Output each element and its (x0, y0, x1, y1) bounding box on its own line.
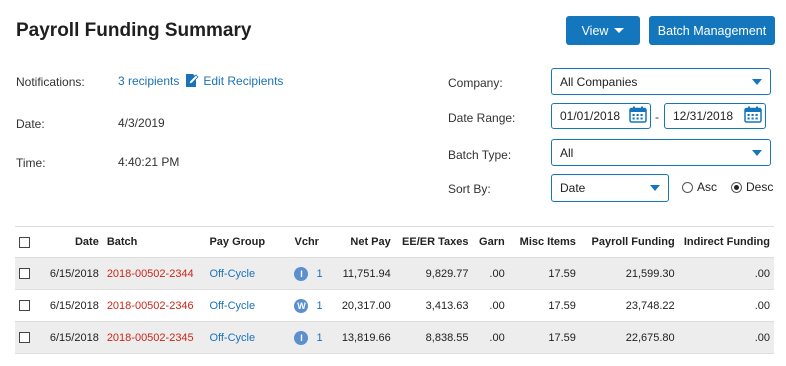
cell-net-pay: 11,751.94 (333, 257, 395, 290)
column-header-vchr[interactable]: Vchr (270, 226, 334, 258)
pay-group-link[interactable]: Off-Cycle (209, 300, 255, 312)
view-button[interactable]: View (566, 16, 640, 45)
column-header-garn[interactable]: Garn (472, 226, 509, 258)
notifications-value: 3 recipients Edit Recipients (118, 73, 283, 88)
batch-link[interactable]: 2018-00502-2344 (107, 268, 194, 280)
date-from-value: 01/01/2018 (560, 109, 621, 123)
date-range-separator: - (655, 110, 659, 124)
info-badge-icon[interactable]: I (294, 330, 309, 345)
date-to-value: 12/31/2018 (673, 109, 734, 123)
date-from-input[interactable]: 01/01/2018 (551, 103, 651, 129)
cell-misc-items: 17.59 (508, 289, 580, 322)
cell-payroll-funding: 23,748.22 (579, 289, 679, 322)
sort-by-select-value: Date (560, 181, 586, 195)
cell-date: 6/15/2018 (39, 257, 103, 290)
table-row[interactable]: 6/15/2018 2018-00502-2345 Off-Cycle I 1 13,81… (15, 321, 774, 354)
company-select[interactable]: All Companies (551, 68, 771, 95)
column-header-ee-er-taxes[interactable]: EE/ER Taxes (394, 226, 473, 258)
radio-unchecked-icon (682, 181, 693, 193)
sort-by-label: Sort By: (448, 182, 491, 196)
sort-asc-radio[interactable]: Asc (682, 180, 717, 194)
funding-table: Date Batch Pay Group Vchr Net Pay EE/ER … (15, 226, 774, 354)
company-select-value: All Companies (560, 74, 638, 89)
date-to-input[interactable]: 12/31/2018 (664, 103, 766, 129)
cell-misc-items: 17.59 (508, 257, 580, 290)
cell-indirect-funding: .00 (678, 257, 774, 290)
w-badge-icon[interactable]: W (294, 298, 309, 313)
row-checkbox[interactable] (19, 300, 30, 312)
voucher-link[interactable]: 1 (316, 299, 322, 311)
column-header-batch[interactable]: Batch (102, 226, 206, 258)
cell-payroll-funding: 21,599.30 (579, 257, 679, 290)
row-checkbox[interactable] (19, 332, 30, 344)
cell-date: 6/15/2018 (39, 289, 103, 322)
caret-down-icon (614, 28, 625, 33)
batch-type-select-value: All (560, 145, 574, 160)
batch-link[interactable]: 2018-00502-2345 (107, 332, 194, 344)
calendar-icon[interactable] (744, 106, 762, 126)
sort-desc-label: Desc (746, 180, 774, 194)
table-row[interactable]: 6/15/2018 2018-00502-2344 Off-Cycle I 1 11,75… (15, 257, 774, 290)
pay-group-link[interactable]: Off-Cycle (209, 332, 255, 344)
time-label: Time: (16, 156, 46, 170)
view-button-label: View (581, 23, 609, 38)
calendar-icon[interactable] (629, 106, 647, 126)
dropdown-arrow-icon (752, 78, 762, 85)
date-label: Date: (16, 117, 45, 131)
batch-link[interactable]: 2018-00502-2346 (107, 300, 194, 312)
sort-asc-label: Asc (697, 180, 718, 194)
cell-indirect-funding: .00 (678, 321, 774, 354)
page-title: Payroll Funding Summary (16, 20, 252, 41)
date-range-label: Date Range: (448, 111, 516, 125)
table-header-row: Date Batch Pay Group Vchr Net Pay EE/ER … (15, 226, 774, 258)
column-header-pay-group[interactable]: Pay Group (205, 226, 271, 258)
cell-date: 6/15/2018 (39, 321, 103, 354)
column-header-date[interactable]: Date (39, 226, 103, 258)
column-header-net-pay[interactable]: Net Pay (333, 226, 395, 258)
cell-net-pay: 13,819.66 (333, 321, 395, 354)
notifications-label: Notifications: (16, 75, 85, 89)
cell-ee-er-taxes: 9,829.77 (394, 257, 473, 290)
column-header-misc-items[interactable]: Misc Items (508, 226, 580, 258)
cell-ee-er-taxes: 3,413.63 (394, 289, 473, 322)
info-badge-icon[interactable]: I (294, 266, 309, 281)
cell-ee-er-taxes: 8,838.55 (394, 321, 473, 354)
cell-garn: .00 (472, 321, 509, 354)
voucher-link[interactable]: 1 (316, 331, 322, 343)
batch-management-button[interactable]: Batch Management (649, 16, 775, 45)
cell-indirect-funding: .00 (678, 289, 774, 322)
edit-recipients-link[interactable]: Edit Recipients (203, 74, 283, 88)
time-value: 4:40:21 PM (118, 155, 180, 169)
cell-misc-items: 17.59 (508, 321, 580, 354)
edit-icon[interactable] (185, 73, 199, 88)
pay-group-link[interactable]: Off-Cycle (209, 268, 255, 280)
sort-desc-radio[interactable]: Desc (731, 180, 773, 194)
company-label: Company: (448, 76, 503, 90)
cell-garn: .00 (472, 289, 509, 322)
column-header-payroll-funding[interactable]: Payroll Funding (579, 226, 679, 258)
batch-type-select[interactable]: All (551, 139, 771, 166)
date-value: 4/3/2019 (118, 116, 165, 130)
dropdown-arrow-icon (752, 149, 762, 156)
voucher-link[interactable]: 1 (316, 267, 322, 279)
batch-type-label: Batch Type: (448, 148, 512, 162)
cell-net-pay: 20,317.00 (333, 289, 395, 322)
cell-payroll-funding: 22,675.80 (579, 321, 679, 354)
table-row[interactable]: 6/15/2018 2018-00502-2346 Off-Cycle W 1 20,31… (15, 289, 774, 322)
sort-by-select[interactable]: Date (551, 174, 669, 202)
dropdown-arrow-icon (650, 185, 660, 191)
cell-garn: .00 (472, 257, 509, 290)
row-checkbox[interactable] (19, 268, 30, 280)
radio-checked-icon (731, 181, 742, 193)
column-header-indirect-funding[interactable]: Indirect Funding (678, 226, 774, 258)
recipients-link[interactable]: 3 recipients (118, 74, 179, 88)
select-all-checkbox[interactable] (19, 236, 30, 248)
